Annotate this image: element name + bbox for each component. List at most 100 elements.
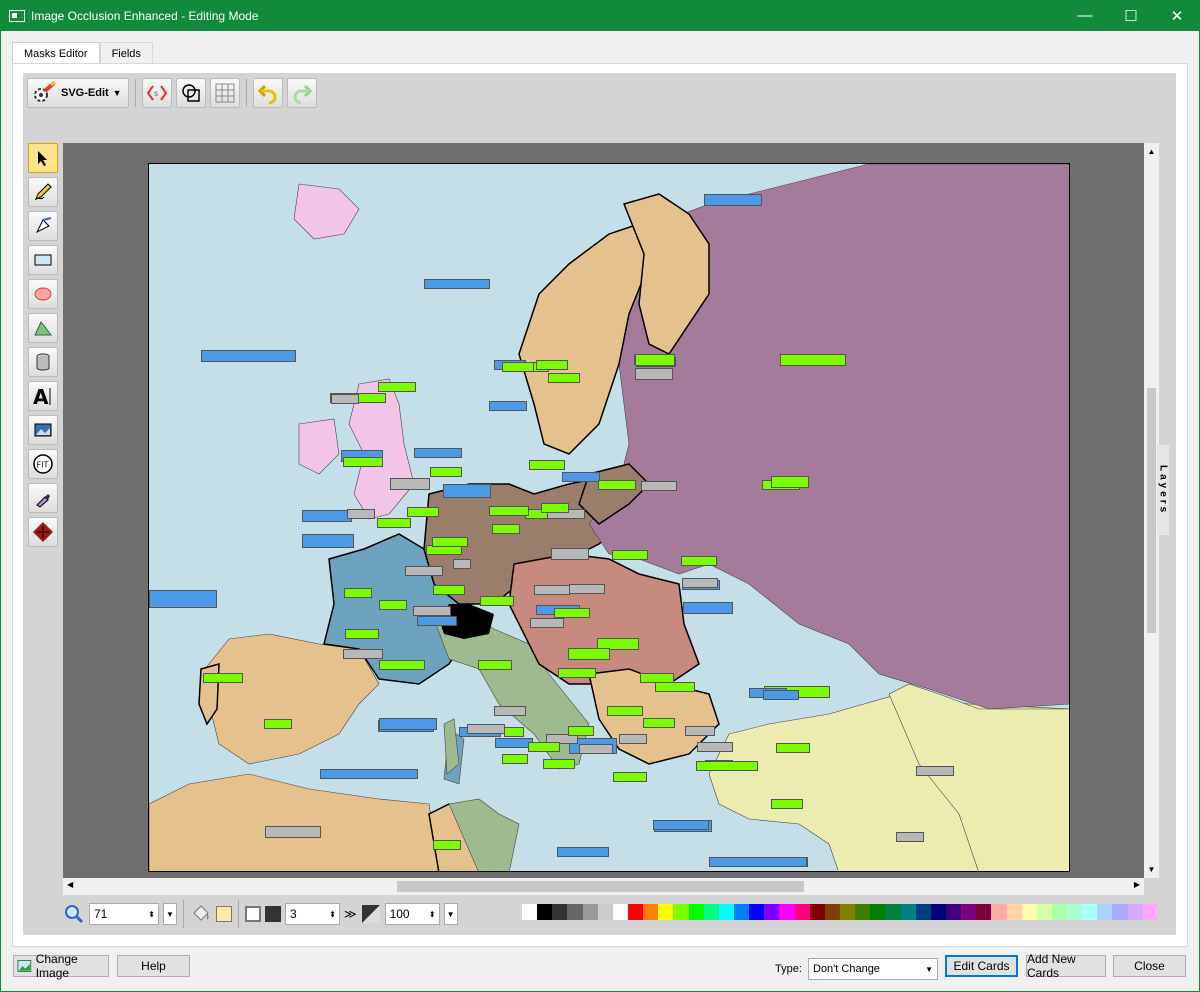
palette-swatch[interactable]: [900, 904, 916, 920]
palette-swatch[interactable]: [643, 904, 659, 920]
zoom-input[interactable]: 71 ⬍: [89, 903, 159, 925]
occlusion-mask[interactable]: [379, 718, 437, 730]
occlusion-mask[interactable]: [771, 476, 809, 488]
occlusion-mask[interactable]: [655, 682, 695, 692]
occlusion-mask[interactable]: [709, 857, 807, 867]
occlusion-mask[interactable]: [568, 726, 594, 736]
map-image[interactable]: [148, 163, 1070, 872]
occlusion-mask[interactable]: [530, 618, 564, 628]
palette-swatch[interactable]: [733, 904, 750, 920]
zoom-dropdown[interactable]: ▼: [163, 903, 177, 925]
occlusion-mask[interactable]: [345, 629, 379, 639]
eyedropper-tool[interactable]: [28, 483, 58, 513]
occlusion-mask[interactable]: [149, 590, 217, 608]
occlusion-mask[interactable]: [653, 820, 709, 830]
palette-swatch[interactable]: [552, 904, 568, 920]
occlusion-mask[interactable]: [379, 660, 425, 670]
vertical-scroll-thumb[interactable]: [1147, 388, 1156, 633]
occlusion-mask[interactable]: [771, 799, 803, 809]
palette-swatch[interactable]: [794, 904, 810, 920]
undo-button[interactable]: [253, 77, 283, 108]
palette-swatch[interactable]: [1006, 904, 1022, 920]
pencil-tool[interactable]: [28, 177, 58, 207]
occlusion-mask[interactable]: [528, 742, 560, 752]
palette-swatch[interactable]: [855, 904, 871, 920]
palette-swatch[interactable]: [930, 904, 946, 920]
occlusion-mask[interactable]: [635, 368, 673, 380]
occlusion-mask[interactable]: [331, 394, 359, 404]
palette-swatch[interactable]: [1067, 904, 1083, 920]
occlusion-mask[interactable]: [432, 537, 468, 547]
occlusion-mask[interactable]: [413, 606, 451, 616]
tab-masks-editor[interactable]: Masks Editor: [12, 42, 100, 65]
occlusion-mask[interactable]: [378, 382, 416, 392]
occlusion-mask[interactable]: [763, 690, 799, 700]
maximize-button[interactable]: ☐: [1108, 0, 1154, 31]
occlusion-mask[interactable]: [320, 769, 418, 779]
occlusion-mask[interactable]: [347, 509, 375, 519]
add-new-cards-button[interactable]: Add New Cards: [1026, 952, 1106, 980]
occlusion-mask[interactable]: [696, 761, 758, 771]
occlusion-mask[interactable]: [681, 556, 717, 566]
occlusion-mask[interactable]: [407, 507, 439, 517]
stroke-style-icon[interactable]: [245, 906, 261, 922]
occlusion-mask[interactable]: [612, 550, 648, 560]
palette-swatch[interactable]: [658, 904, 674, 920]
occlusion-mask[interactable]: [405, 566, 443, 576]
text-tool[interactable]: A: [28, 381, 58, 411]
occlusion-mask[interactable]: [504, 727, 524, 737]
occlusion-mask[interactable]: [643, 718, 675, 728]
occlusion-mask[interactable]: [579, 744, 613, 754]
occlusion-mask[interactable]: [492, 524, 520, 534]
occlusion-mask[interactable]: [201, 350, 296, 362]
occlusion-mask[interactable]: [619, 734, 647, 744]
occlusion-mask[interactable]: [607, 706, 643, 716]
palette-swatch[interactable]: [1036, 904, 1052, 920]
occlusion-mask[interactable]: [203, 673, 243, 683]
palette-swatch[interactable]: [673, 904, 689, 920]
occlusion-mask[interactable]: [536, 360, 568, 370]
spinner-icon[interactable]: ⬍: [429, 910, 439, 919]
select-tool[interactable]: [28, 143, 58, 173]
palette-swatch[interactable]: [567, 904, 583, 920]
occlusion-mask[interactable]: [562, 472, 600, 482]
horizontal-scroll-thumb[interactable]: [397, 881, 804, 892]
pan-tool[interactable]: [28, 517, 58, 547]
palette-swatch[interactable]: [945, 904, 962, 920]
no-color-swatch[interactable]: [522, 904, 538, 920]
palette-swatch[interactable]: [824, 904, 840, 920]
occlusion-mask[interactable]: [529, 460, 565, 470]
palette-swatch[interactable]: [1127, 904, 1143, 920]
ellipse-tool[interactable]: [28, 279, 58, 309]
occlusion-mask[interactable]: [390, 478, 430, 490]
palette-swatch[interactable]: [703, 904, 719, 920]
palette-swatch[interactable]: [627, 904, 644, 920]
occlusion-mask[interactable]: [502, 362, 534, 372]
occlusion-mask[interactable]: [343, 649, 383, 659]
palette-swatch[interactable]: [870, 904, 886, 920]
palette-swatch[interactable]: [991, 904, 1007, 920]
occlusion-mask[interactable]: [480, 596, 514, 606]
horizontal-scrollbar[interactable]: ◀ ▶: [63, 878, 1144, 895]
occlusion-mask[interactable]: [344, 588, 372, 598]
occlusion-mask[interactable]: [433, 840, 461, 850]
spinner-icon[interactable]: ⬍: [329, 910, 339, 919]
occlusion-mask[interactable]: [548, 373, 580, 383]
palette-swatch[interactable]: [718, 904, 734, 920]
palette-swatch[interactable]: [961, 904, 977, 920]
rectangle-tool[interactable]: [28, 245, 58, 275]
palette-swatch[interactable]: [1082, 904, 1098, 920]
zoom-fit-tool[interactable]: FIT: [28, 449, 58, 479]
opacity-dropdown[interactable]: ▼: [443, 903, 458, 925]
occlusion-mask[interactable]: [430, 467, 462, 477]
occlusion-mask[interactable]: [598, 480, 636, 490]
occlusion-mask[interactable]: [551, 548, 589, 560]
palette-swatch[interactable]: [809, 904, 825, 920]
palette-swatch[interactable]: [839, 904, 856, 920]
type-select[interactable]: Don't Change ▼: [808, 958, 938, 980]
source-code-button[interactable]: s: [142, 77, 172, 108]
scroll-left-icon[interactable]: ◀: [67, 880, 73, 889]
occlusion-mask[interactable]: [443, 484, 491, 498]
occlusion-mask[interactable]: [494, 706, 526, 716]
occlusion-mask[interactable]: [704, 194, 762, 206]
